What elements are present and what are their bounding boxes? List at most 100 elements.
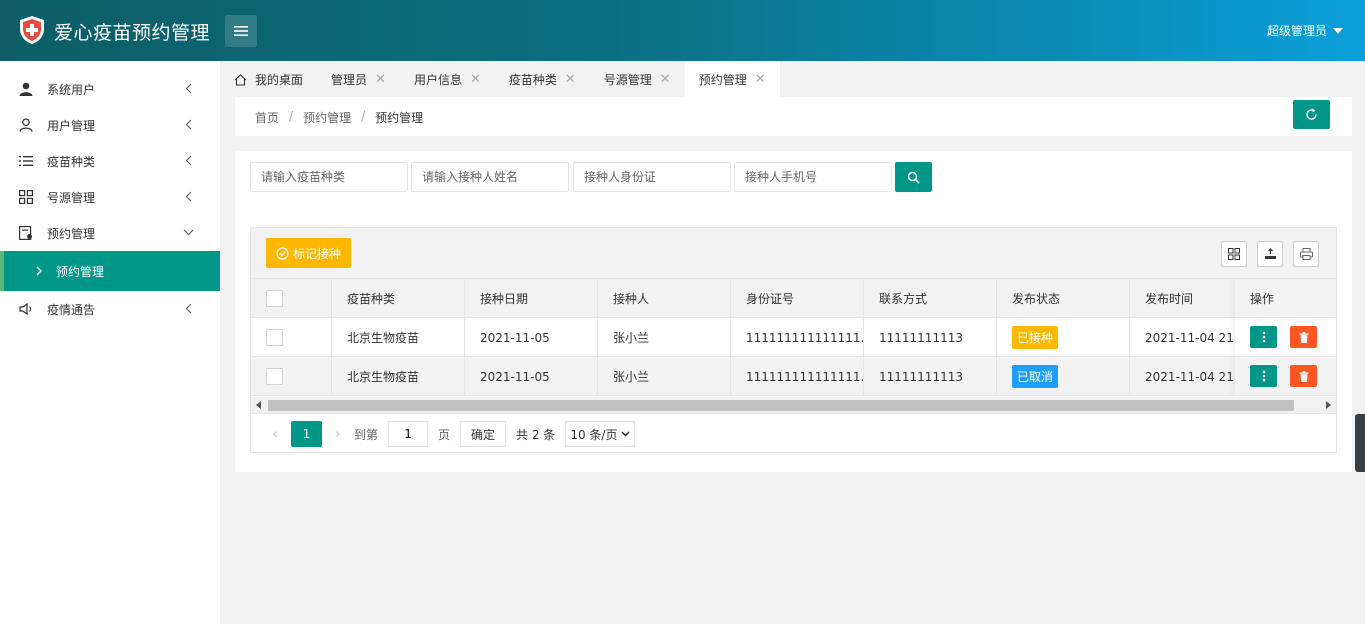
table-row: 北京生物疫苗 2021-11-05 张小兰 111111111111111...… xyxy=(251,357,1238,396)
select-all-checkbox[interactable] xyxy=(266,290,283,307)
page-size-select[interactable]: 10 条/页 xyxy=(565,421,636,447)
breadcrumb-separator: / xyxy=(361,109,366,123)
page-label: 页 xyxy=(438,427,451,442)
header-cell: 接种日期 xyxy=(465,279,598,318)
tab-label: 用户信息 xyxy=(413,73,462,87)
home-icon xyxy=(234,73,247,86)
tab-admin[interactable]: 管理员 ✕ xyxy=(317,62,400,97)
breadcrumb-parent[interactable]: 预约管理 xyxy=(303,109,351,126)
chevron-left-icon xyxy=(185,155,192,166)
tab-appointment-management[interactable]: 预约管理 ✕ xyxy=(684,61,780,97)
columns-icon xyxy=(1228,248,1240,260)
side-widget-handle[interactable] xyxy=(1355,414,1365,472)
phone-cell: 11111111113 xyxy=(864,357,997,396)
sidebar-item-appointment-management[interactable]: 预约管理 xyxy=(0,215,220,251)
sidebar-item-label: 预约管理 xyxy=(47,226,96,241)
current-page[interactable]: 1 xyxy=(291,421,322,447)
header-cell: 接种人 xyxy=(598,279,731,318)
close-icon[interactable]: ✕ xyxy=(755,72,766,87)
chevron-left-icon xyxy=(185,119,192,130)
print-button[interactable] xyxy=(1293,241,1319,267)
mark-vaccinated-label: 标记接种 xyxy=(293,246,342,261)
chevron-left-icon xyxy=(185,83,192,94)
search-button[interactable] xyxy=(895,162,932,192)
scrollbar-thumb[interactable] xyxy=(268,400,1294,411)
tab-label: 管理员 xyxy=(331,73,368,87)
sidebar-item-system-users[interactable]: 系统用户 xyxy=(0,71,220,107)
close-icon[interactable]: ✕ xyxy=(470,72,481,87)
top-header: 爱心疫苗预约管理 超级管理员 xyxy=(0,0,1365,61)
user-name: 超级管理员 xyxy=(1266,24,1327,38)
scroll-right-icon[interactable] xyxy=(1326,401,1331,409)
header-cell: 疫苗种类 xyxy=(332,279,465,318)
time-cell: 2021-11-04 21:4... xyxy=(1130,357,1238,396)
id-cell: 111111111111111... xyxy=(731,357,864,396)
row-checkbox-cell xyxy=(251,318,332,357)
goto-page-input[interactable] xyxy=(388,421,429,447)
column-filter-button[interactable] xyxy=(1221,241,1247,267)
operations-header: 操作 xyxy=(1250,291,1275,306)
close-icon[interactable]: ✕ xyxy=(565,72,576,87)
breadcrumb-current: 预约管理 xyxy=(375,111,424,125)
row-checkbox[interactable] xyxy=(266,329,283,346)
close-icon[interactable]: ✕ xyxy=(375,72,386,87)
row-checkbox-cell xyxy=(251,357,332,396)
tab-label: 号源管理 xyxy=(603,73,652,87)
app-title: 爱心疫苗预约管理 xyxy=(54,22,211,44)
scroll-left-icon[interactable] xyxy=(256,401,261,409)
header-cell: 联系方式 xyxy=(864,279,997,318)
sidebar: 系统用户 用户管理 疫苗种类 号源管理 预约管理 预约管理 疫情通告 xyxy=(0,61,220,624)
more-button[interactable] xyxy=(1250,365,1277,387)
sidebar-item-vaccine-types[interactable]: 疫苗种类 xyxy=(0,143,220,179)
export-icon xyxy=(1264,248,1276,259)
sidebar-item-label: 疫苗种类 xyxy=(47,154,96,169)
mark-vaccinated-button[interactable]: 标记接种 xyxy=(266,238,352,268)
more-button[interactable] xyxy=(1250,326,1277,348)
sidebar-item-user-management[interactable]: 用户管理 xyxy=(0,107,220,143)
table-header-row: 疫苗种类 接种日期 接种人 身份证号 联系方式 发布状态 发布时间 xyxy=(251,279,1238,318)
check-circle-icon xyxy=(276,246,289,260)
export-button[interactable] xyxy=(1257,241,1283,267)
phone-cell: 11111111113 xyxy=(864,318,997,357)
breadcrumb-separator: / xyxy=(289,109,294,123)
sidebar-item-label: 用户管理 xyxy=(47,118,96,133)
tab-label: 我的桌面 xyxy=(255,73,304,87)
person-cell: 张小兰 xyxy=(598,357,731,396)
tab-slot-management[interactable]: 号源管理 ✕ xyxy=(590,62,685,97)
close-icon[interactable]: ✕ xyxy=(660,72,671,87)
next-page-icon[interactable]: › xyxy=(328,427,348,442)
sidebar-item-epidemic-notice[interactable]: 疫情通告 xyxy=(0,291,220,327)
tab-user-info[interactable]: 用户信息 ✕ xyxy=(400,62,495,97)
hamburger-icon xyxy=(234,26,248,36)
goto-label: 到第 xyxy=(354,427,379,442)
caret-down-icon xyxy=(1333,27,1343,34)
horizontal-scrollbar[interactable] xyxy=(251,397,1336,414)
tab-desktop[interactable]: 我的桌面 xyxy=(220,62,317,97)
vaccine-cell: 北京生物疫苗 xyxy=(332,318,465,357)
table-grid: 疫苗种类 接种日期 接种人 身份证号 联系方式 发布状态 发布时间 北京生物疫苗… xyxy=(251,279,1336,397)
prev-page-icon[interactable]: ‹ xyxy=(265,427,285,442)
more-vertical-icon xyxy=(1262,331,1265,343)
goto-confirm-button[interactable]: 确定 xyxy=(460,421,507,447)
tab-vaccine-types[interactable]: 疫苗种类 ✕ xyxy=(495,62,590,97)
form-icon xyxy=(18,225,34,241)
id-card-search-input[interactable] xyxy=(573,162,731,192)
refresh-button[interactable] xyxy=(1293,100,1330,129)
person-name-search-input[interactable] xyxy=(411,162,569,192)
sidebar-item-label: 疫情通告 xyxy=(47,302,96,317)
chevron-right-icon xyxy=(36,266,42,276)
shield-logo-icon xyxy=(20,16,44,44)
phone-search-input[interactable] xyxy=(734,162,892,192)
refresh-icon xyxy=(1306,108,1317,120)
row-checkbox[interactable] xyxy=(266,368,283,385)
delete-button[interactable] xyxy=(1290,365,1317,387)
menu-toggle-button[interactable] xyxy=(225,15,257,47)
operations-cell xyxy=(1235,318,1336,357)
breadcrumb-home[interactable]: 首页 xyxy=(255,109,279,126)
user-menu[interactable]: 超级管理员 xyxy=(1267,22,1343,39)
vaccine-type-search-input[interactable] xyxy=(250,162,408,192)
tab-bar: 我的桌面 管理员 ✕ 用户信息 ✕ 疫苗种类 ✕ 号源管理 ✕ 预约管理 ✕ xyxy=(220,61,1365,97)
delete-button[interactable] xyxy=(1290,326,1317,348)
sidebar-item-slot-management[interactable]: 号源管理 xyxy=(0,179,220,215)
sidebar-subitem-appointment-management[interactable]: 预约管理 xyxy=(0,251,220,291)
